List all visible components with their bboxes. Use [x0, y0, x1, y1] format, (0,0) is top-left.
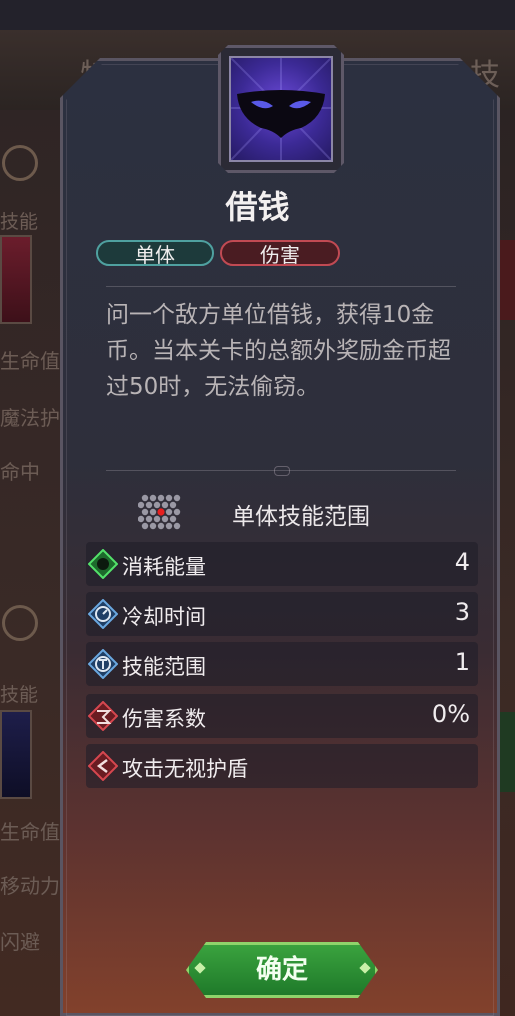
stat-row-damage-coefficient: 伤害系数 0%	[86, 694, 478, 738]
divider	[106, 286, 456, 287]
stat-label: 攻击无视护盾	[122, 757, 248, 781]
stat-value: 4	[454, 548, 470, 576]
range-label: 单体技能范围	[232, 504, 370, 530]
stat-label: 消耗能量	[122, 555, 206, 579]
range-grid-icon	[137, 493, 182, 531]
stat-row-cooldown: 冷却时间 3	[86, 592, 478, 636]
confirm-button[interactable]: 确定	[186, 942, 378, 998]
skill-name: 借钱	[225, 188, 290, 226]
stat-label: 冷却时间	[122, 605, 206, 629]
background-label: 移动力	[0, 874, 60, 898]
background-emblem-icon	[2, 605, 38, 641]
stat-value: 0%	[431, 700, 470, 728]
stat-row-ignore-shield: 攻击无视护盾	[86, 744, 478, 788]
background-skill-card	[0, 235, 32, 324]
background-emblem-icon	[2, 145, 38, 181]
background-label: 魔法护	[0, 406, 60, 430]
stat-label: 技能范围	[122, 655, 206, 679]
range-icon	[88, 649, 118, 679]
stat-value: 3	[454, 598, 470, 626]
stat-row-skill-range: 技能范围 1	[86, 642, 478, 686]
stat-value: 1	[454, 648, 470, 676]
background-label: 生命值	[0, 349, 60, 373]
mask-icon	[229, 56, 333, 162]
stat-row-energy: 消耗能量 4	[86, 542, 478, 586]
divider-ornament	[274, 466, 290, 476]
damage-icon	[88, 701, 118, 731]
background-skill-card	[0, 710, 32, 799]
skill-icon-frame	[218, 45, 344, 173]
tag-single-target: 单体	[96, 240, 214, 267]
background-label: 技能	[0, 684, 39, 706]
tag-damage: 伤害	[220, 240, 340, 267]
top-bar	[0, 0, 515, 30]
background-label: 闪避	[0, 930, 40, 954]
cooldown-icon	[88, 599, 118, 629]
background-label: 命中	[0, 460, 40, 484]
ignore-shield-icon	[88, 751, 118, 781]
skill-description: 问一个敌方单位借钱，获得10金币。当本关卡的总额外奖励金币超过50时，无法偷窃。	[106, 302, 451, 400]
background-label: 生命值	[0, 820, 60, 844]
stat-label: 伤害系数	[122, 707, 206, 731]
energy-icon	[88, 549, 118, 579]
